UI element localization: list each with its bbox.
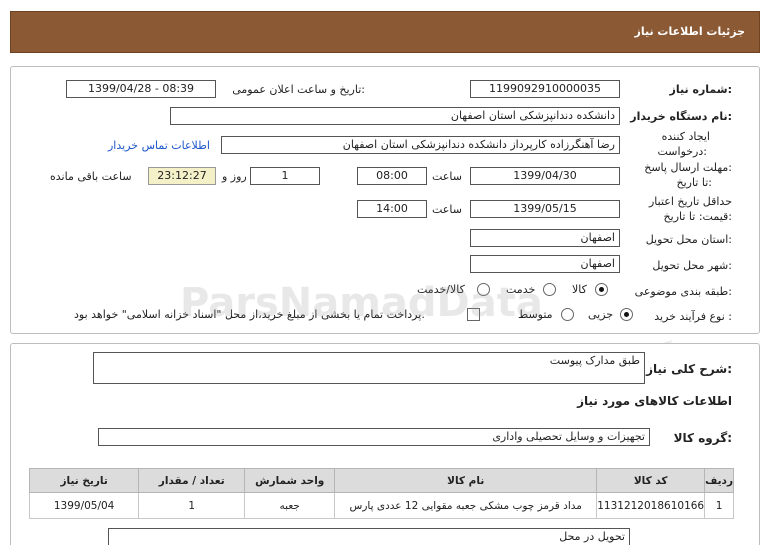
buyer-org-field[interactable]: دانشکده دندانپزشکی استان اصفهان — [170, 107, 620, 125]
goods-table: ردیف کد کالا نام کالا واحد شمارش تعداد /… — [28, 468, 734, 519]
city-label: شهر محل تحویل: — [652, 259, 732, 272]
price-date-field[interactable]: 1399/05/15 — [470, 200, 620, 218]
cell-row: 1 — [704, 492, 734, 519]
category-label: طبقه بندی موضوعی: — [634, 285, 732, 298]
category-option-service: خدمت — [506, 283, 536, 296]
remaining-time-field: 23:12:27 — [148, 167, 216, 185]
delivery-note-field[interactable]: تحویل در محل — [108, 528, 630, 545]
page-header: جزئیات اطلاعات نیاز — [10, 11, 760, 53]
reply-deadline-label-1: مهلت ارسال پاسخ: — [644, 161, 732, 174]
process-label: نوع فرآیند خرید : — [654, 310, 732, 323]
cell-code: 1131212018610166 — [596, 492, 706, 519]
col-unit: واحد شمارش — [244, 468, 336, 493]
city-field[interactable]: اصفهان — [470, 255, 620, 273]
reply-time-field[interactable]: 08:00 — [357, 167, 427, 185]
price-time-label: ساعت — [432, 203, 462, 216]
category-radio-goods-service[interactable] — [477, 283, 490, 296]
goods-group-label: گروه کالا: — [673, 431, 732, 445]
price-validity-label-1: حداقل تاریخ اعتبار — [648, 195, 732, 208]
price-validity-label-2: قیمت: تا تاریخ: — [663, 210, 732, 223]
need-number-field[interactable]: 1199092910000035 — [470, 80, 620, 98]
col-date: تاریخ نیاز — [28, 468, 140, 493]
category-radio-service[interactable] — [543, 283, 556, 296]
description-label: شرح کلی نیاز: — [646, 362, 732, 376]
process-option-minor: جزیی — [588, 308, 614, 321]
province-field[interactable]: اصفهان — [470, 229, 620, 247]
goods-group-field[interactable]: تجهیزات و وسایل تحصیلی واداری — [98, 428, 650, 446]
process-option-medium: متوسط — [518, 308, 553, 321]
price-time-field[interactable]: 14:00 — [357, 200, 427, 218]
treasury-payment-note: پرداخت تمام یا بخشی از مبلغ خرید،از محل … — [74, 308, 425, 321]
creator-label-1: ایجاد کننده — [661, 130, 710, 143]
creator-label-2: درخواست: — [657, 145, 708, 158]
cell-date: 1399/05/04 — [28, 492, 140, 519]
treasury-payment-checkbox[interactable] — [467, 308, 480, 321]
reply-time-label: ساعت — [432, 170, 462, 183]
category-option-goods: کالا — [572, 283, 587, 296]
reply-date-field[interactable]: 1399/04/30 — [470, 167, 620, 185]
remaining-time-label: ساعت باقی مانده — [50, 170, 132, 183]
cell-qty: 1 — [138, 492, 246, 519]
col-name: نام کالا — [334, 468, 598, 493]
days-field[interactable]: 1 — [250, 167, 320, 185]
category-option-goods-service: کالا/خدمت — [417, 283, 465, 296]
announce-field[interactable]: 1399/04/28 - 08:39 — [66, 80, 216, 98]
process-radio-minor[interactable] — [620, 308, 633, 321]
description-field[interactable]: طبق مدارک پیوست — [93, 352, 645, 384]
days-label: روز و — [222, 170, 247, 183]
province-label: استان محل تحویل: — [645, 233, 732, 246]
contact-buyer-link[interactable]: اطلاعات تماس خریدار — [108, 139, 210, 152]
goods-table-header: ردیف کد کالا نام کالا واحد شمارش تعداد /… — [28, 468, 734, 493]
process-radio-medium[interactable] — [561, 308, 574, 321]
buyer-org-label: نام دستگاه خریدار: — [630, 110, 732, 123]
cell-name: مداد قرمز چوب مشکی جعبه مقوایی 12 عددی پ… — [334, 492, 598, 519]
cell-unit: جعبه — [244, 492, 336, 519]
page-title: جزئیات اطلاعات نیاز — [634, 25, 746, 38]
creator-field[interactable]: رضا آهنگرزاده کارپرداز دانشکده دندانپزشک… — [221, 136, 620, 154]
category-radio-goods[interactable] — [595, 283, 608, 296]
announce-label: تاریخ و ساعت اعلان عمومی: — [232, 83, 365, 96]
col-row: ردیف — [704, 468, 734, 493]
table-row[interactable]: 1 1131212018610166 مداد قرمز چوب مشکی جع… — [28, 492, 734, 519]
col-qty: تعداد / مقدار — [138, 468, 246, 493]
reply-deadline-label-2: تا تاریخ: — [676, 176, 712, 189]
col-code: کد کالا — [596, 468, 706, 493]
goods-section-title: اطلاعات کالاهای مورد نیاز — [577, 394, 732, 408]
need-number-label: شماره نیاز: — [669, 83, 732, 96]
